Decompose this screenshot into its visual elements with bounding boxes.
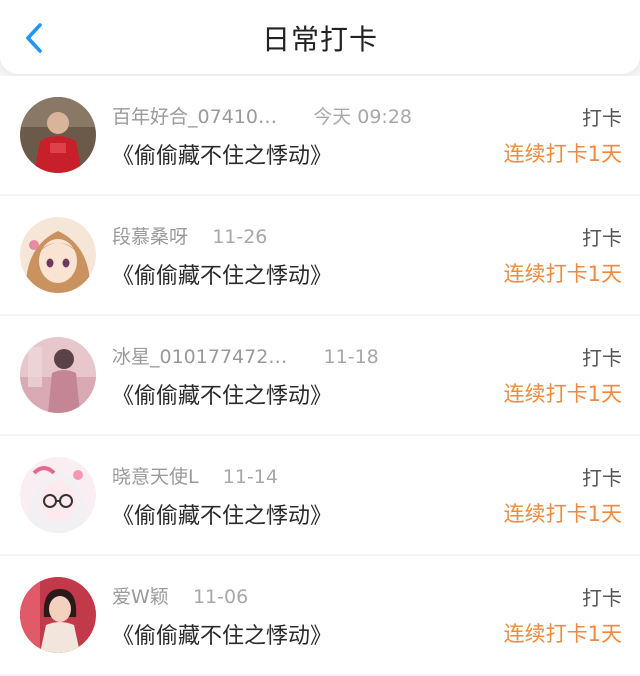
list-item[interactable]: 晓意天使L 11-14 《偷偷藏不住之悸动》 打卡 连续打卡1天 [0, 436, 640, 554]
streak-text: 连续打卡1天 [503, 262, 622, 286]
avatar[interactable] [20, 217, 96, 293]
streak-text: 连续打卡1天 [503, 382, 622, 406]
timestamp: 11-14 [222, 466, 278, 488]
timestamp: 11-26 [212, 226, 268, 248]
streak-text: 连续打卡1天 [503, 142, 622, 166]
user-name[interactable]: 冰星_010177472… [112, 346, 287, 368]
entry-meta: 晓意天使L 11-14 [112, 462, 278, 489]
checkin-label: 打卡 [582, 346, 622, 370]
streak-text: 连续打卡1天 [503, 622, 622, 646]
book-title[interactable]: 《偷偷藏不住之悸动》 [112, 618, 332, 650]
entry-meta: 爱W颖 11-06 [112, 582, 248, 609]
user-name[interactable]: 百年好合_07410… [112, 106, 277, 128]
book-title[interactable]: 《偷偷藏不住之悸动》 [112, 498, 332, 530]
avatar[interactable] [20, 337, 96, 413]
page-title: 日常打卡 [261, 23, 378, 56]
list-item[interactable]: 爱W颖 11-06 《偷偷藏不住之悸动》 打卡 连续打卡1天 [0, 556, 640, 674]
timestamp: 11-18 [323, 346, 379, 368]
checkin-list: 百年好合_07410… 今天 09:28 《偷偷藏不住之悸动》 打卡 连续打卡1… [0, 76, 640, 676]
checkin-label: 打卡 [582, 106, 622, 130]
user-name[interactable]: 爱W颖 [112, 586, 169, 608]
entry-meta: 段慕桑呀 11-26 [112, 222, 267, 249]
timestamp: 11-06 [192, 586, 249, 608]
book-title[interactable]: 《偷偷藏不住之悸动》 [112, 138, 332, 170]
list-item[interactable]: 段慕桑呀 11-26 《偷偷藏不住之悸动》 打卡 连续打卡1天 [0, 196, 640, 314]
entry-meta: 冰星_010177472… 11-18 [112, 342, 379, 369]
top-bar: 日常打卡 [0, 0, 640, 74]
checkin-label: 打卡 [582, 466, 622, 490]
list-item[interactable]: 冰星_010177472… 11-18 《偷偷藏不住之悸动》 打卡 连续打卡1天 [0, 316, 640, 434]
book-title[interactable]: 《偷偷藏不住之悸动》 [112, 378, 332, 410]
list-item[interactable]: 百年好合_07410… 今天 09:28 《偷偷藏不住之悸动》 打卡 连续打卡1… [0, 76, 640, 194]
user-name[interactable]: 段慕桑呀 [112, 226, 188, 248]
checkin-label: 打卡 [582, 586, 622, 610]
timestamp: 今天 09:28 [313, 106, 412, 128]
checkin-label: 打卡 [582, 226, 622, 250]
streak-text: 连续打卡1天 [503, 502, 622, 526]
user-name[interactable]: 晓意天使L [112, 466, 199, 488]
avatar[interactable] [20, 457, 96, 533]
book-title[interactable]: 《偷偷藏不住之悸动》 [112, 258, 332, 290]
entry-meta: 百年好合_07410… 今天 09:28 [112, 102, 412, 129]
avatar[interactable] [20, 577, 96, 653]
avatar[interactable] [20, 97, 96, 173]
